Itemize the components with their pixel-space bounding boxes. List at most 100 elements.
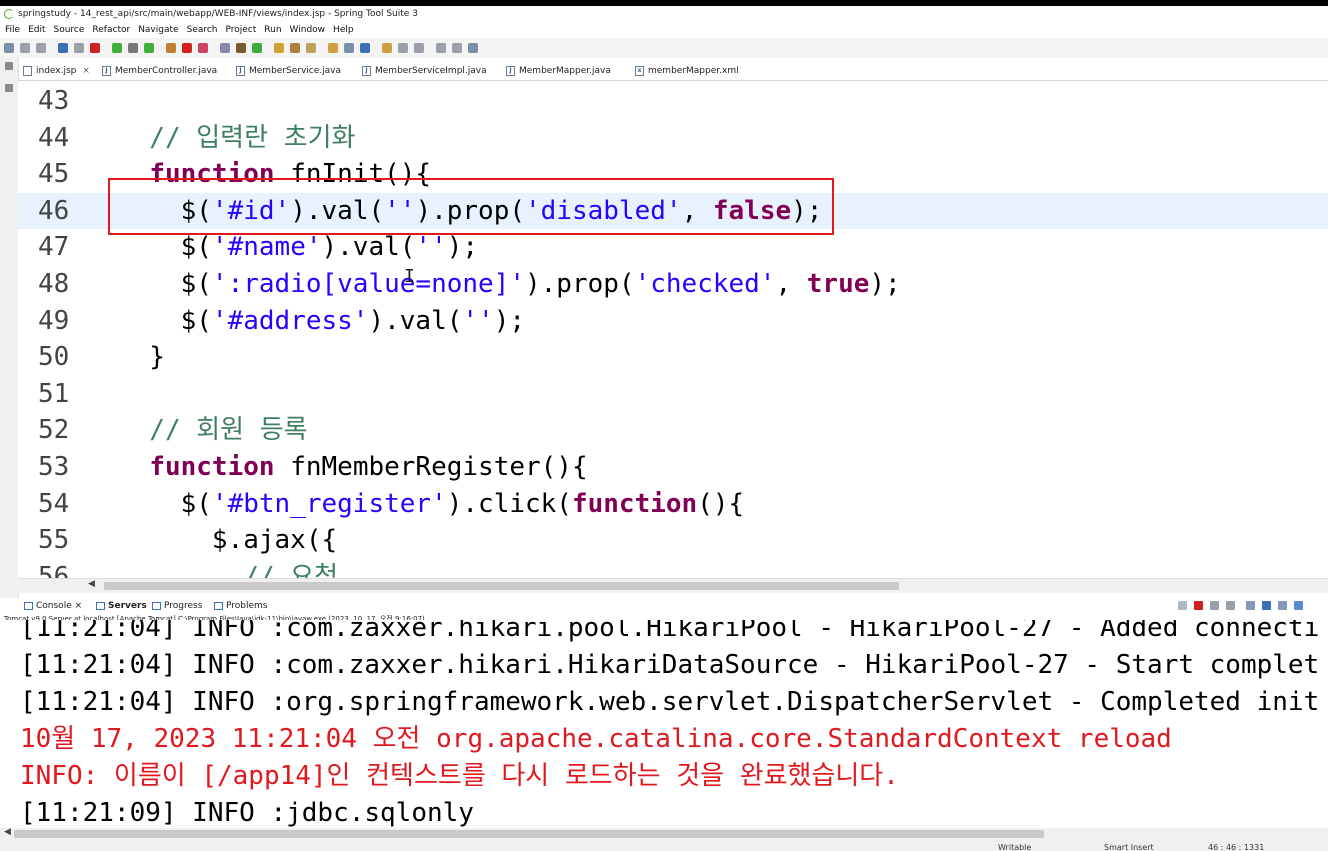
last-edit-icon[interactable] [414,43,424,53]
left-trim-bar [0,58,19,598]
code-token: ':radio[value=none]' [211,269,525,299]
editor-tab-membercontroller-java[interactable]: J MemberController.java [102,62,217,80]
edit-icon[interactable] [306,43,316,53]
editor-horizontal-scrollbar[interactable]: ◀ [18,578,1328,593]
editor-tab-memberservice-java[interactable]: J MemberService.java [236,62,341,80]
menu-file[interactable]: File [5,25,20,35]
code-text: // 회원 등록 [118,412,307,448]
editor-tab-membermapper-xml[interactable]: x memberMapper.xml [635,62,739,80]
code-line[interactable]: 52 // 회원 등록 [18,412,1328,448]
code-line[interactable]: 54 $('#btn_register').click(function(){ [18,486,1328,522]
clear-console-icon[interactable] [1246,601,1255,610]
text-cursor-ibeam: I [404,266,415,287]
scrollbar-thumb[interactable] [14,830,1044,838]
jsp-file-icon [23,65,32,76]
terminate-icon[interactable] [1194,601,1203,610]
code-token: // 입력란 초기화 [118,122,356,153]
menu-edit[interactable]: Edit [28,25,45,35]
next-annotation-icon[interactable] [382,43,392,53]
menu-help[interactable]: Help [333,25,354,35]
code-line[interactable]: 53 function fnMemberRegister(){ [18,449,1328,485]
remove-all-icon[interactable] [1226,601,1235,610]
editor-tab-label: memberMapper.xml [648,66,739,76]
code-line[interactable]: 56 // 요청 [18,559,1328,578]
line-number: 43 [38,86,70,116]
editor-tab-memberserviceimpl-java[interactable]: J MemberServiceImpl.java [362,62,487,80]
menu-navigate[interactable]: Navigate [138,25,178,35]
code-token: function [149,452,275,482]
editor-tab-index-jsp[interactable]: index.jsp × [23,62,90,80]
save-icon[interactable] [20,43,30,53]
open-folder-icon[interactable] [290,43,300,53]
menu-refactor[interactable]: Refactor [92,25,130,35]
build-icon[interactable] [128,43,138,53]
scroll-lock-icon[interactable] [1262,601,1271,610]
remove-launch-icon[interactable] [1210,601,1219,610]
forward-icon[interactable] [452,43,462,53]
menu-source[interactable]: Source [54,25,85,35]
menu-window[interactable]: Window [290,25,326,35]
stop-icon[interactable] [90,43,100,53]
code-token: , [775,269,807,299]
line-number: 44 [38,122,70,153]
view-tab-problems[interactable]: Problems [214,598,267,614]
code-line[interactable]: 43 [18,83,1328,119]
close-tab-icon[interactable]: × [82,66,90,76]
code-line[interactable]: 48 $(':radio[value=none]').prop('checked… [18,266,1328,302]
code-line[interactable]: 50 } [18,339,1328,375]
view-tab-console[interactable]: Console × [24,598,82,614]
close-tab-icon[interactable]: × [72,601,83,611]
scroll-left-icon[interactable]: ◀ [4,827,11,837]
new-server-icon[interactable] [58,43,68,53]
console-line: [11:21:04] INFO :com.zaxxer.hikari.Hikar… [20,650,1320,680]
menu-search[interactable]: Search [187,25,218,35]
java-file-icon: J [102,65,111,76]
menu-bar: File Edit Source Refactor Navigate Search Proj… [0,22,1328,38]
menu-run[interactable]: Run [264,25,281,35]
pin-icon[interactable] [1178,601,1187,610]
spring-icon[interactable] [344,43,354,53]
new-class-icon[interactable] [220,43,230,53]
editor-tab-membermapper-java[interactable]: J MemberMapper.java [506,62,611,80]
display-console-icon[interactable] [1294,601,1303,610]
code-editor[interactable]: 56 // 요청 55 $.ajax({54 $('#btn_register')… [18,81,1328,578]
console-line: [11:21:09] INFO :jdbc.sqlonly [20,798,474,828]
save-all-icon[interactable] [36,43,46,53]
new-icon[interactable] [4,43,14,53]
new-package-icon[interactable] [198,43,208,53]
scroll-left-icon[interactable]: ◀ [88,579,95,589]
code-line[interactable]: 49 $('#address').val(''); [18,303,1328,339]
code-line[interactable]: 51 [18,376,1328,412]
package-explorer-icon[interactable] [5,84,13,92]
debug-icon[interactable] [112,43,122,53]
stop-server-icon[interactable] [182,43,192,53]
spring-tool-suite-icon [4,9,14,19]
editor-tab-label: index.jsp [36,66,77,76]
skip-breakpoints-icon[interactable] [74,43,84,53]
open-type-icon[interactable] [236,43,246,53]
menu-project[interactable]: Project [225,25,256,35]
code-token: $( [118,305,212,336]
pin-editor-icon[interactable] [468,43,478,53]
back-icon[interactable] [436,43,446,53]
open-perspective-icon[interactable] [328,43,338,53]
word-wrap-icon[interactable] [1278,601,1287,610]
view-tab-progress[interactable]: Progress [152,598,202,614]
view-tab-label: Problems [226,601,268,611]
line-number: 49 [38,305,70,336]
prev-annotation-icon[interactable] [398,43,408,53]
minimize-view-icon[interactable] [5,62,13,70]
console-output[interactable]: [11:21:04] INFO :com.zaxxer.hikari.pool.… [0,620,1328,828]
code-line[interactable]: 55 $.ajax({ [18,522,1328,558]
code-line[interactable]: 44 // 입력란 초기화 [18,120,1328,156]
annotation-icon[interactable] [360,43,370,53]
open-task-icon[interactable] [252,43,262,53]
run-external-icon[interactable] [166,43,176,53]
scrollbar-thumb[interactable] [104,582,899,590]
code-token: '' [415,232,447,263]
view-tab-servers[interactable]: Servers [96,598,147,614]
search-icon[interactable] [274,43,284,53]
console-horizontal-scrollbar[interactable]: ◀ [0,827,1328,840]
run-icon[interactable] [144,43,154,53]
